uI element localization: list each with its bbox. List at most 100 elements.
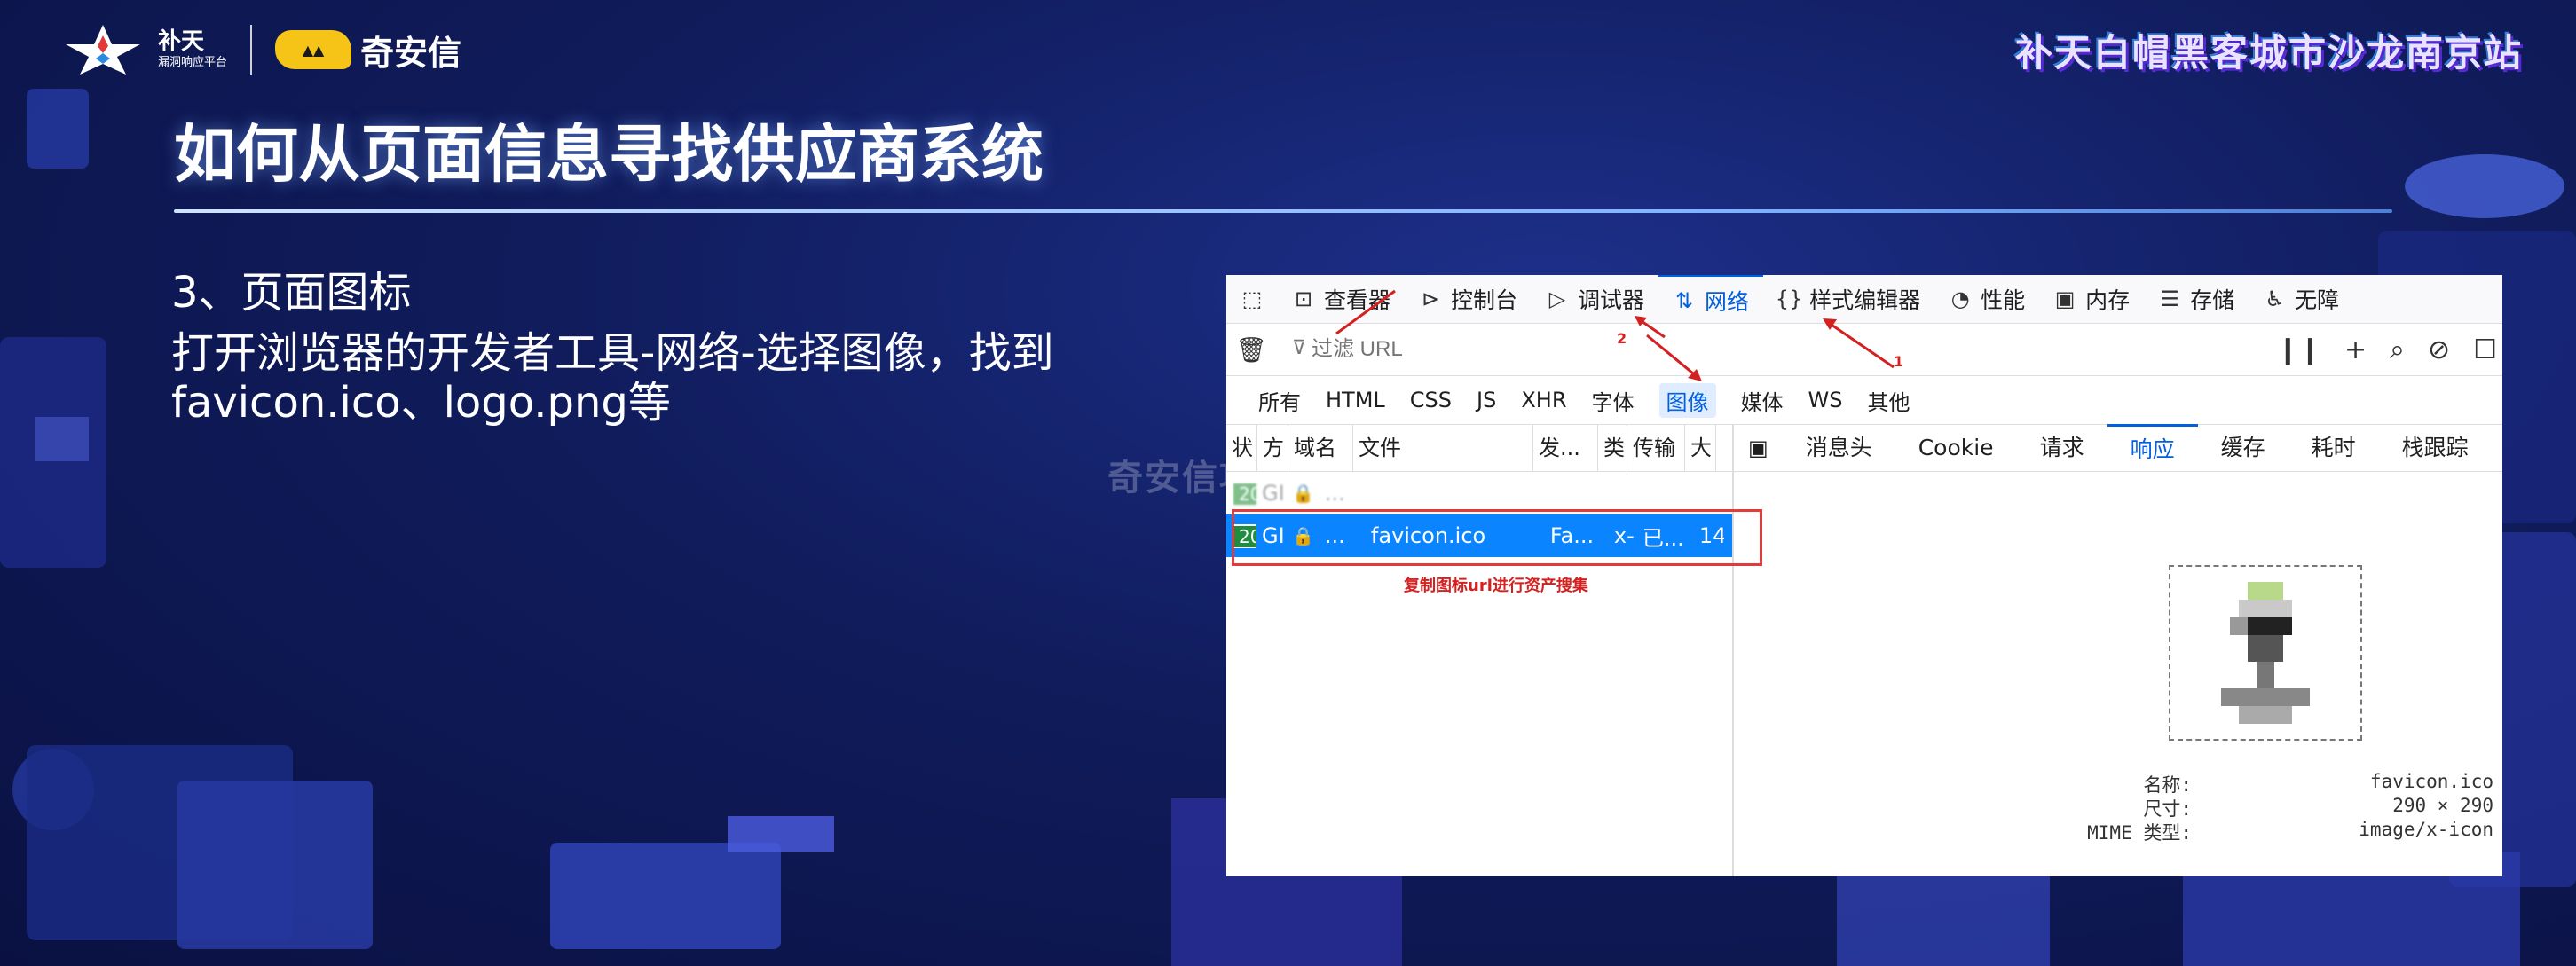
- favicon-preview-icon: [2221, 582, 2310, 724]
- tab-request[interactable]: 请求: [2017, 425, 2107, 471]
- debugger-icon: ▷: [1548, 287, 1566, 311]
- performance-icon: ◔: [1950, 287, 1970, 311]
- section-description: 打开浏览器的开发者工具-网络-选择图像，找到 favicon.ico、logo.…: [171, 328, 1192, 428]
- toggle-panel-icon[interactable]: ▣: [1734, 436, 1783, 460]
- status-badge: 200: [1232, 482, 1256, 506]
- meta-value: image/x-icon: [2359, 819, 2493, 840]
- type-js[interactable]: JS: [1477, 388, 1496, 412]
- col-method[interactable]: 方: [1257, 425, 1288, 471]
- tab-performance[interactable]: ◔ 性能: [1934, 275, 2039, 323]
- type-ws[interactable]: WS: [1808, 388, 1843, 412]
- tab-debugger[interactable]: ▷ 调试器: [1532, 275, 1658, 323]
- butian-logo-icon: [64, 23, 142, 76]
- tab-cookie[interactable]: Cookie: [1895, 425, 2017, 471]
- block-icon[interactable]: ⊘: [2428, 334, 2450, 365]
- tab-label: 内存: [2085, 287, 2131, 313]
- meta-key: MIME 类型:: [2087, 822, 2192, 844]
- devtools-panel: ⬚ ⊡ 查看器 ⊳ 控制台 ▷ 调试器 ⇅ 网络 {} 样式编辑器 ◔ 性能 ▣ 内存 ☰ 存储…: [1226, 275, 2502, 876]
- tab-label: 无障: [2295, 287, 2340, 313]
- type-xhr[interactable]: XHR: [1521, 388, 1566, 412]
- lock-icon: 🔒: [1292, 483, 1314, 504]
- clear-trash-icon[interactable]: 🗑: [1226, 335, 1276, 365]
- event-title: 补天白帽黑客城市沙龙南京站: [2014, 31, 2523, 75]
- tab-label: 性能: [1981, 287, 2026, 313]
- tab-label: 控制台: [1451, 287, 1518, 313]
- tab-cache[interactable]: 缓存: [2198, 425, 2288, 471]
- tab-storage[interactable]: ☰ 存储: [2144, 275, 2249, 323]
- tab-label: 样式编辑器: [1809, 287, 1921, 313]
- tab-label: 网络: [1705, 288, 1750, 315]
- title-divider: [174, 209, 2392, 213]
- devtools-body: 状 方 域名 文件 发... 类 传输 大 200 GI 🔒 ... 200 G…: [1226, 423, 2502, 876]
- col-status[interactable]: 状: [1226, 425, 1257, 471]
- butian-logo-text: 补天 漏洞响应平台: [158, 28, 227, 71]
- url-filter-input[interactable]: [1276, 331, 2245, 368]
- style-editor-icon: {}: [1775, 287, 1803, 311]
- request-list: 状 方 域名 文件 发... 类 传输 大 200 GI 🔒 ... 200 G…: [1226, 425, 1734, 876]
- inspector-icon: ⊡: [1294, 287, 1313, 311]
- console-icon: ⊳: [1421, 287, 1440, 311]
- network-icon: ⇅: [1674, 287, 1694, 313]
- request-type-filters: 所有 HTML CSS JS XHR 字体 图像 媒体 WS 其他: [1226, 376, 2502, 425]
- tab-inspector[interactable]: ⊡ 查看器: [1278, 275, 1405, 323]
- meta-value: favicon.ico: [2369, 771, 2493, 792]
- pause-icon[interactable]: ❙❙: [2277, 334, 2321, 365]
- col-type[interactable]: 类: [1598, 425, 1627, 471]
- devtools-toolbar: ⬚ ⊡ 查看器 ⊳ 控制台 ▷ 调试器 ⇅ 网络 {} 样式编辑器 ◔ 性能 ▣ 内存 ☰ 存储…: [1226, 275, 2502, 324]
- logo-divider: [250, 25, 253, 75]
- type-other[interactable]: 其他: [1867, 385, 1910, 416]
- meta-key: 名称:: [2143, 774, 2192, 796]
- qax-leopard-icon: ▲▲: [275, 30, 352, 69]
- image-metadata: 名称: favicon.ico 尺寸: 290 × 290 MIME 类型: imag…: [2059, 771, 2493, 844]
- tab-style-editor[interactable]: {} 样式编辑器: [1763, 275, 1934, 323]
- col-file[interactable]: 文件: [1353, 425, 1533, 471]
- tab-console[interactable]: ⊳ 控制台: [1405, 275, 1532, 323]
- col-domain[interactable]: 域名: [1288, 425, 1353, 471]
- tab-label: 调试器: [1578, 287, 1645, 313]
- butian-subtitle: 漏洞响应平台: [158, 56, 228, 69]
- pick-element-icon: ⬚: [1241, 287, 1263, 311]
- memory-icon: ▣: [2054, 287, 2076, 311]
- row-method: GI: [1262, 481, 1285, 506]
- storage-icon: ☰: [2160, 287, 2179, 311]
- row-domain: ...: [1324, 481, 1345, 506]
- tab-accessibility[interactable]: ♿ 无障: [2249, 275, 2353, 323]
- description-line-2: favicon.ico、logo.png等: [171, 378, 671, 428]
- tab-memory[interactable]: ▣ 内存: [2039, 275, 2144, 323]
- qax-name: 奇安信: [360, 33, 462, 73]
- type-images[interactable]: 图像: [1658, 382, 1716, 418]
- add-icon[interactable]: +: [2344, 334, 2367, 365]
- description-line-1: 打开浏览器的开发者工具-网络-选择图像，找到: [171, 328, 1054, 378]
- response-pane: ▣ 消息头 Cookie 请求 响应 缓存 耗时 栈跟踪 名称: favicon…: [1734, 423, 2502, 876]
- checkbox-icon[interactable]: ☐: [2473, 334, 2497, 365]
- type-html[interactable]: HTML: [1326, 388, 1385, 412]
- filter-bar: 🗑 ⊽ ❙❙ + ⌕ ⊘ ☐: [1226, 324, 2502, 376]
- table-row[interactable]: 200 GI 🔒 ...: [1226, 472, 1732, 514]
- col-size[interactable]: 大: [1685, 425, 1716, 471]
- request-list-header: 状 方 域名 文件 发... 类 传输 大: [1226, 425, 1732, 472]
- meta-value: 290 × 290: [2392, 795, 2493, 816]
- tab-label: 存储: [2190, 287, 2235, 313]
- tab-headers[interactable]: 消息头: [1783, 425, 1895, 471]
- col-initiator[interactable]: 发...: [1533, 425, 1598, 471]
- annotation-text: 复制图标url进行资产搜集: [1404, 577, 1588, 595]
- type-fonts[interactable]: 字体: [1592, 385, 1635, 416]
- page-title: 如何从页面信息寻找供应商系统: [174, 118, 1044, 191]
- tab-network[interactable]: ⇅ 网络: [1658, 275, 1764, 325]
- col-transferred[interactable]: 传输: [1627, 425, 1685, 471]
- accessibility-icon: ♿: [2265, 287, 2284, 311]
- annotation-highlight-box: [1232, 509, 1762, 566]
- pick-element-button[interactable]: ⬚: [1226, 275, 1278, 323]
- section-subtitle: 3、页面图标: [171, 268, 412, 318]
- type-css[interactable]: CSS: [1410, 388, 1452, 412]
- type-all[interactable]: 所有: [1258, 385, 1301, 416]
- tab-label: 查看器: [1324, 287, 1391, 313]
- image-preview: [2169, 565, 2362, 741]
- tab-stack-trace[interactable]: 栈跟踪: [2379, 425, 2492, 471]
- tab-timings[interactable]: 耗时: [2288, 425, 2379, 471]
- type-media[interactable]: 媒体: [1741, 385, 1784, 416]
- header-logos: 补天 漏洞响应平台 ▲▲ 奇安信: [64, 23, 461, 76]
- meta-key: 尺寸:: [2143, 798, 2192, 820]
- tab-response[interactable]: 响应: [2107, 423, 2198, 473]
- search-icon[interactable]: ⌕: [2390, 334, 2405, 365]
